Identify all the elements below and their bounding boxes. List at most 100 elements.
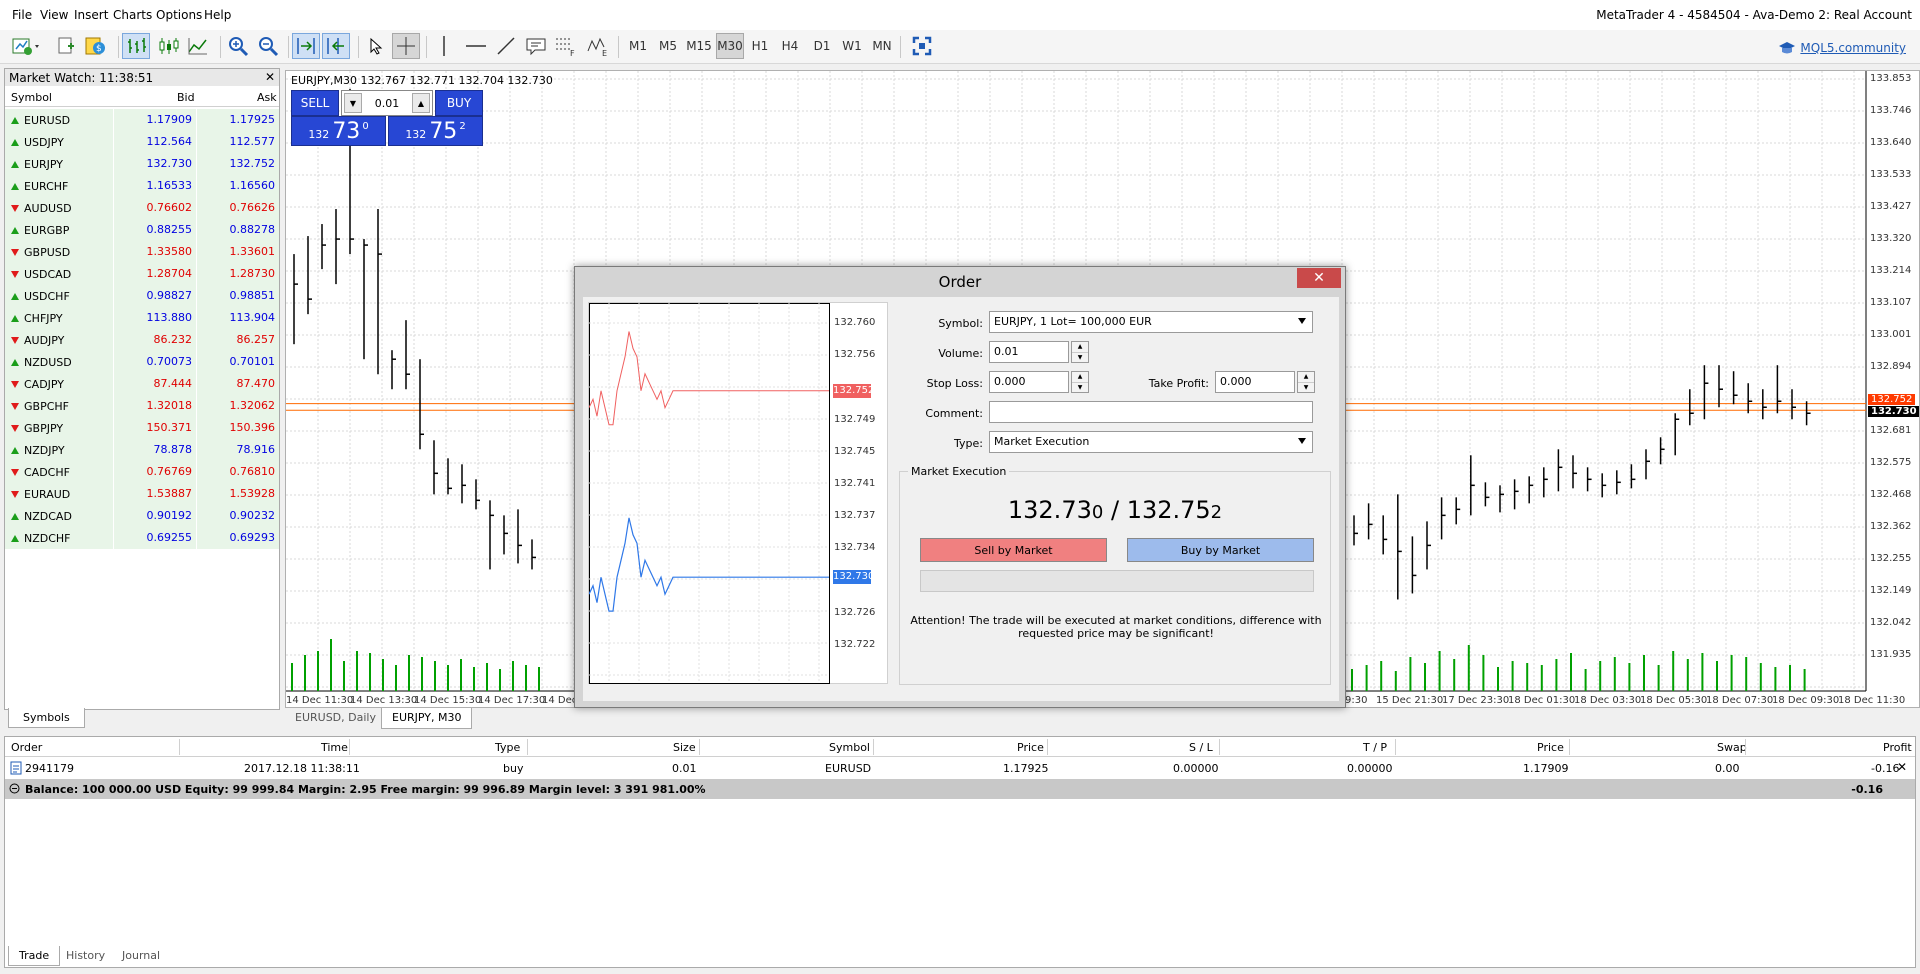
market-watch-row[interactable]: EURGBP 0.88255 0.88278 (5, 219, 279, 241)
symbol-select[interactable]: EURJPY, 1 Lot= 100,000 EUR (989, 311, 1313, 333)
tf-m5[interactable]: M5 (654, 33, 682, 59)
close-order-icon[interactable]: ✕ (1897, 760, 1907, 774)
tf-m30[interactable]: M30 (716, 33, 744, 59)
menu-help[interactable]: Help (204, 8, 231, 22)
horizontal-line-button[interactable] (462, 33, 490, 59)
tf-mn[interactable]: MN (868, 33, 896, 59)
col-sl[interactable]: S / L (1189, 741, 1213, 754)
spin-up-icon[interactable]: ▲ (1072, 342, 1088, 353)
tab-chart-eurusd-daily[interactable]: EURUSD, Daily (285, 708, 386, 729)
spin-up-icon[interactable]: ▲ (1298, 372, 1314, 383)
col-ask[interactable]: Ask (257, 91, 277, 104)
tab-journal[interactable]: Journal (112, 946, 170, 966)
market-watch-row[interactable]: EURCHF 1.16533 1.16560 (5, 175, 279, 197)
sell-by-market-button[interactable]: Sell by Market (920, 538, 1107, 562)
spin-down-icon[interactable]: ▼ (1072, 353, 1088, 363)
autoscroll-button[interactable] (292, 33, 320, 59)
volume-input[interactable]: 0.01 (989, 341, 1069, 363)
market-watch-row[interactable]: NZDCAD 0.90192 0.90232 (5, 505, 279, 527)
line-chart-button[interactable] (184, 33, 212, 59)
menu-insert[interactable]: Insert (74, 8, 108, 22)
market-watch-row[interactable]: EURUSD 1.17909 1.17925 (5, 109, 279, 131)
oneclick-sell-button[interactable]: SELL (291, 90, 339, 116)
profiles-button[interactable] (54, 33, 78, 59)
col-symbol[interactable]: Symbol (11, 91, 52, 104)
bar-chart-button[interactable] (122, 33, 150, 59)
market-watch-row[interactable]: EURJPY 132.730 132.752 (5, 153, 279, 175)
oneclick-sell-price[interactable]: 132 73 0 (291, 116, 386, 146)
type-select[interactable]: Market Execution (989, 431, 1313, 453)
market-watch-row[interactable]: EURAUD 1.53887 1.53928 (5, 483, 279, 505)
take-profit-input[interactable]: 0.000 (1215, 371, 1295, 393)
col-size[interactable]: Size (673, 741, 696, 754)
oneclick-buy-button[interactable]: BUY (435, 90, 483, 116)
crosshair-button[interactable] (392, 33, 420, 59)
zoom-in-button[interactable] (224, 33, 252, 59)
close-icon[interactable]: ✕ (265, 70, 275, 84)
market-watch-row[interactable]: GBPJPY 150.371 150.396 (5, 417, 279, 439)
menu-charts[interactable]: Charts (113, 8, 152, 22)
text-label-button[interactable] (522, 33, 550, 59)
market-watch-row[interactable]: CADJPY 87.444 87.470 (5, 373, 279, 395)
tab-chart-eurjpy-m30[interactable]: EURJPY, M30 (381, 708, 473, 729)
tf-h4[interactable]: H4 (776, 33, 804, 59)
tf-h1[interactable]: H1 (746, 33, 774, 59)
market-watch-row[interactable]: NZDJPY 78.878 78.916 (5, 439, 279, 461)
tab-symbols[interactable]: Symbols (8, 708, 85, 728)
tab-history[interactable]: History (56, 946, 115, 966)
comment-input[interactable] (989, 401, 1313, 423)
tab-trade[interactable]: Trade (8, 946, 61, 966)
lot-decrease-icon[interactable]: ▼ (344, 93, 362, 113)
tf-m1[interactable]: M1 (624, 33, 652, 59)
mql5-community-link[interactable]: MQL5.community (1778, 41, 1906, 55)
market-watch-row[interactable]: USDJPY 112.564 112.577 (5, 131, 279, 153)
volume-stepper[interactable]: ▲ ▼ (1071, 341, 1089, 363)
chart-shift-button[interactable] (322, 33, 350, 59)
col-tp[interactable]: T / P (1363, 741, 1387, 754)
buy-by-market-button[interactable]: Buy by Market (1127, 538, 1314, 562)
candlestick-button[interactable] (154, 33, 182, 59)
stop-loss-stepper[interactable]: ▲ ▼ (1071, 371, 1089, 393)
menu-file[interactable]: File (12, 8, 32, 22)
col-time[interactable]: Time (321, 741, 348, 754)
oneclick-buy-price[interactable]: 132 75 2 (388, 116, 483, 146)
vertical-line-button[interactable] (432, 33, 456, 59)
market-watch-row[interactable]: NZDCHF 0.69255 0.69293 (5, 527, 279, 549)
dialog-close-button[interactable]: ✕ (1297, 268, 1341, 288)
market-watch-row[interactable]: USDCHF 0.98827 0.98851 (5, 285, 279, 307)
spin-down-icon[interactable]: ▼ (1072, 383, 1088, 393)
menu-options[interactable]: Options (156, 8, 202, 22)
col-swap[interactable]: Swap (1717, 741, 1747, 754)
zoom-out-button[interactable] (254, 33, 282, 59)
fibonacci-button[interactable]: F (552, 33, 580, 59)
trendline-button[interactable] (492, 33, 520, 59)
tf-d1[interactable]: D1 (808, 33, 836, 59)
menu-view[interactable]: View (40, 8, 68, 22)
market-watch-row[interactable]: GBPUSD 1.33580 1.33601 (5, 241, 279, 263)
col-bid[interactable]: Bid (177, 91, 195, 104)
market-watch-row[interactable]: AUDUSD 0.76602 0.76626 (5, 197, 279, 219)
market-watch-row[interactable]: AUDJPY 86.232 86.257 (5, 329, 279, 351)
elliott-button[interactable]: E (584, 33, 612, 59)
tf-m15[interactable]: M15 (684, 33, 714, 59)
col-symbol[interactable]: Symbol (829, 741, 870, 754)
stop-loss-input[interactable]: 0.000 (989, 371, 1069, 393)
oneclick-lot-input[interactable]: 0.01 ▼ ▲ (341, 90, 433, 116)
tf-w1[interactable]: W1 (838, 33, 866, 59)
new-chart-button[interactable] (10, 33, 44, 59)
lot-increase-icon[interactable]: ▲ (412, 93, 430, 113)
market-watch-button[interactable]: $ (82, 33, 110, 59)
take-profit-stepper[interactable]: ▲ ▼ (1297, 371, 1315, 393)
col-order[interactable]: Order (11, 741, 42, 754)
market-watch-row[interactable]: USDCAD 1.28704 1.28730 (5, 263, 279, 285)
spin-up-icon[interactable]: ▲ (1072, 372, 1088, 383)
table-row[interactable]: 2941179 2017.12.18 11:38:11 buy 0.01 EUR… (5, 757, 1915, 779)
col-type[interactable]: Type (495, 741, 520, 754)
market-watch-row[interactable]: GBPCHF 1.32018 1.32062 (5, 395, 279, 417)
col-price[interactable]: Price (1017, 741, 1044, 754)
col-current-price[interactable]: Price (1537, 741, 1564, 754)
spin-down-icon[interactable]: ▼ (1298, 383, 1314, 393)
market-watch-row[interactable]: CHFJPY 113.880 113.904 (5, 307, 279, 329)
cursor-button[interactable] (364, 33, 388, 59)
collapse-icon[interactable] (9, 783, 20, 794)
